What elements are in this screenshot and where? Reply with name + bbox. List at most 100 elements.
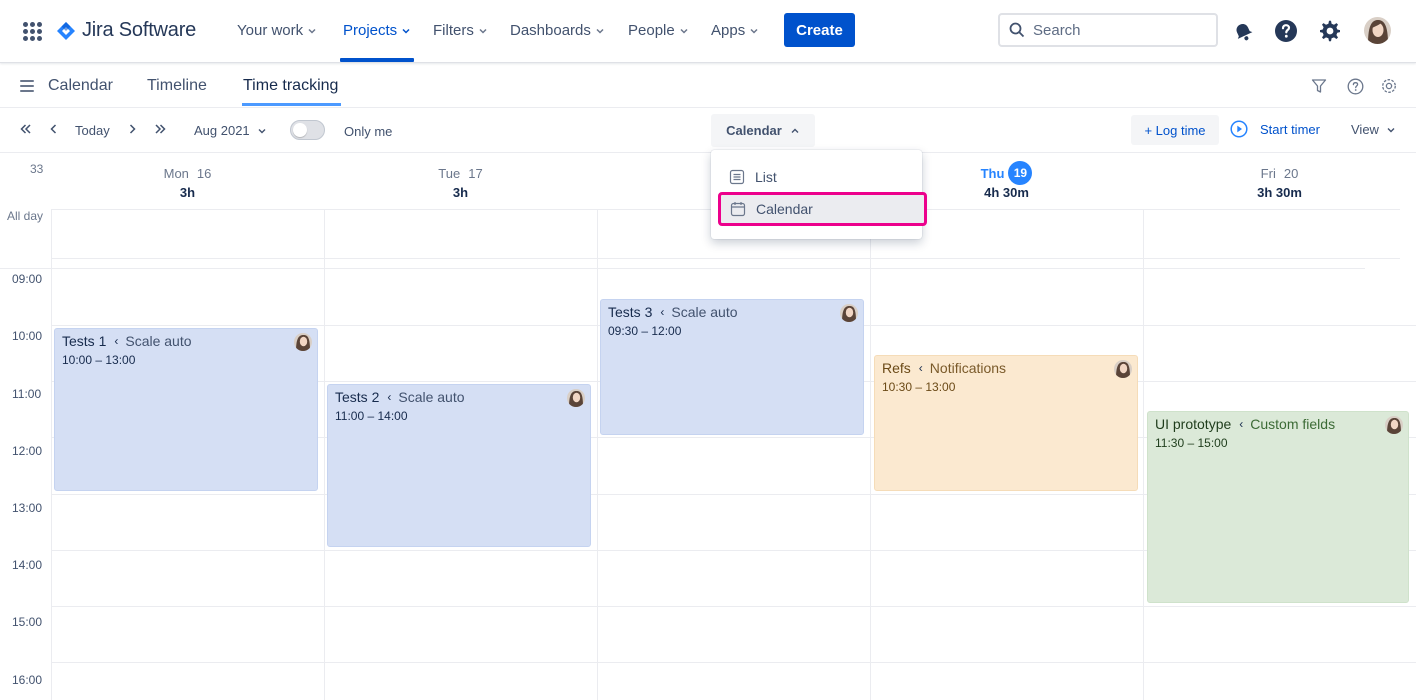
- chevron-left-icon: ‹: [660, 305, 665, 319]
- chevron-left-icon: ‹: [114, 334, 119, 348]
- notifications-icon[interactable]: [1230, 18, 1256, 44]
- bell-icon: [1236, 24, 1253, 41]
- worklog-event[interactable]: Tests 1 ‹ Scale auto 10:00 – 13:00: [54, 328, 318, 491]
- nav-dashboards[interactable]: Dashboards: [510, 22, 605, 39]
- calendar-toolbar: Today Aug 2021 Only me Calendar + Log ti…: [0, 108, 1416, 153]
- event-project: Notifications: [929, 360, 1007, 376]
- week-number: 33: [30, 162, 44, 176]
- next-month-button[interactable]: [153, 122, 167, 136]
- help-circle-icon[interactable]: [1345, 76, 1365, 96]
- event-avatar: [1385, 416, 1403, 434]
- day-total: 3h: [179, 185, 196, 200]
- chevron-down-icon: [479, 28, 487, 34]
- grid-line: [870, 209, 871, 700]
- user-avatar-icon: [1364, 17, 1391, 44]
- all-day-label: All day: [7, 209, 44, 223]
- tab-timeline[interactable]: Timeline: [147, 77, 207, 95]
- hour-label: 09:00: [12, 272, 43, 286]
- only-me-toggle[interactable]: [290, 120, 325, 140]
- event-time: 09:30 – 12:00: [608, 324, 682, 338]
- nav-apps[interactable]: Apps: [711, 22, 759, 39]
- filter-icon[interactable]: [1309, 76, 1329, 96]
- only-me-label: Only me: [344, 124, 393, 139]
- tab-time-tracking[interactable]: Time tracking: [243, 77, 338, 95]
- create-button[interactable]: Create: [784, 13, 855, 47]
- active-tab-indicator: [242, 103, 341, 106]
- nav-projects[interactable]: Projects: [343, 22, 411, 39]
- worklog-event[interactable]: UI prototype ‹ Custom fields 11:30 – 15:00: [1147, 411, 1409, 603]
- settings-icon[interactable]: [1317, 18, 1343, 44]
- chevron-down-icon: [596, 28, 604, 34]
- event-avatar: [840, 304, 858, 322]
- calendar-icon: [730, 202, 746, 217]
- next-week-button[interactable]: [126, 122, 138, 136]
- previous-week-button[interactable]: [48, 122, 60, 136]
- double-chevron-right-icon: [155, 124, 166, 134]
- list-icon: [729, 169, 745, 185]
- view-option-calendar[interactable]: Calendar: [718, 192, 927, 226]
- hour-label: 11:00: [12, 387, 42, 401]
- search-input[interactable]: [1033, 21, 1193, 39]
- chevron-down-icon: [750, 28, 758, 34]
- hour-label: 14:00: [12, 558, 43, 572]
- day-total: 3h: [452, 185, 469, 200]
- view-mode-dropdown[interactable]: Calendar: [711, 114, 815, 147]
- event-title: Refs: [882, 360, 911, 376]
- user-avatar-icon: [567, 389, 585, 407]
- event-project: Scale auto: [671, 304, 738, 320]
- worklog-event[interactable]: Tests 3 ‹ Scale auto 09:30 – 12:00: [600, 299, 864, 435]
- previous-month-button[interactable]: [19, 122, 33, 136]
- help-icon[interactable]: [1273, 18, 1299, 44]
- active-nav-indicator: [340, 58, 414, 62]
- worklog-event[interactable]: Tests 2 ‹ Scale auto 11:00 – 14:00: [327, 384, 591, 547]
- event-title: Tests 2: [335, 389, 380, 405]
- hour-label: 12:00: [12, 444, 43, 458]
- chevron-down-icon: [680, 28, 688, 34]
- gear-outline-icon: [1382, 79, 1396, 93]
- week-calendar: 33 Mon 16 3h Tue 17 3h Thu 19 4h 30m Fri 20 …: [0, 153, 1416, 700]
- menu-icon[interactable]: [20, 80, 34, 92]
- chevron-down-icon: [1387, 127, 1395, 132]
- grid-line: [51, 662, 1416, 663]
- log-time-button[interactable]: + Log time: [1131, 115, 1219, 145]
- hour-label: 16:00: [12, 673, 43, 687]
- event-project: Scale auto: [125, 333, 192, 349]
- event-title: Tests 1: [62, 333, 107, 349]
- view-option-list[interactable]: List: [711, 160, 922, 194]
- app-switcher-icon[interactable]: [23, 22, 42, 41]
- top-navigation: Jira Software Your work Projects Filters…: [0, 0, 1416, 63]
- profile-avatar[interactable]: [1364, 17, 1391, 44]
- hour-label: 13:00: [12, 501, 43, 515]
- today-button[interactable]: Today: [75, 123, 110, 138]
- gear-icon: [1320, 20, 1340, 42]
- event-time: 11:00 – 14:00: [335, 409, 408, 423]
- worklog-event[interactable]: Refs ‹ Notifications 10:30 – 13:00: [874, 355, 1138, 491]
- chevron-right-icon: [129, 124, 136, 134]
- tab-calendar[interactable]: Calendar: [48, 77, 113, 95]
- nav-filters[interactable]: Filters: [433, 22, 488, 39]
- day-header-fri[interactable]: Fri 20 3h 30m: [1143, 163, 1416, 201]
- grid-line: [324, 209, 325, 700]
- grid-line: [0, 268, 1365, 269]
- day-header-mon[interactable]: Mon 16 3h: [51, 163, 324, 201]
- product-name: Jira Software: [82, 19, 197, 41]
- chevron-left-icon: ‹: [387, 390, 392, 404]
- nav-people[interactable]: People: [628, 22, 689, 39]
- chevron-down-icon: [258, 128, 266, 133]
- chevron-down-icon: [308, 28, 316, 34]
- settings-outline-icon[interactable]: [1379, 76, 1399, 96]
- event-title: UI prototype: [1155, 416, 1232, 432]
- funnel-icon: [1311, 79, 1327, 93]
- jira-logo[interactable]: Jira Software: [56, 19, 196, 42]
- play-circle-icon: [1230, 120, 1248, 138]
- view-options-button[interactable]: View: [1351, 122, 1396, 137]
- jira-logo-icon: [57, 21, 75, 40]
- search-box[interactable]: [998, 13, 1218, 47]
- day-total: 3h 30m: [1257, 185, 1302, 200]
- day-header-tue[interactable]: Tue 17 3h: [324, 163, 597, 201]
- month-picker[interactable]: Aug 2021: [194, 123, 267, 138]
- event-project: Scale auto: [398, 389, 465, 405]
- nav-your-work[interactable]: Your work: [237, 22, 317, 39]
- event-project: Custom fields: [1250, 416, 1336, 432]
- start-timer-button[interactable]: Start timer: [1230, 120, 1320, 138]
